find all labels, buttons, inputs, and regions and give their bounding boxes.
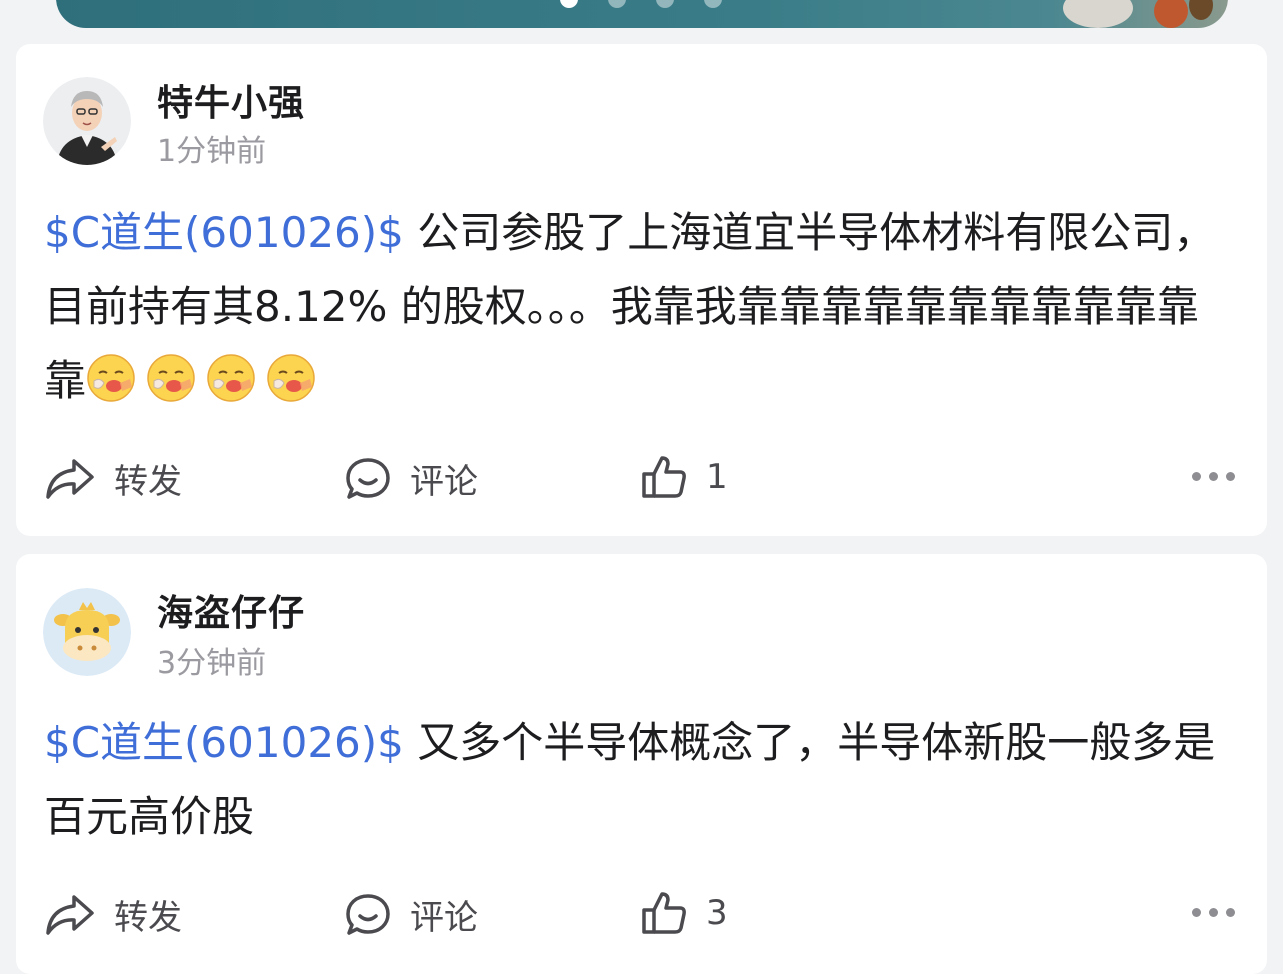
banner-dot-active[interactable] [560,0,578,8]
thumbs-up-icon [642,892,686,934]
comment-label: 评论 [410,462,478,502]
like-button[interactable]: 3 [640,890,728,936]
comment-icon [346,893,390,935]
banner-dot[interactable] [704,0,722,8]
more-icon-dot [1226,908,1235,917]
banner-pagination [560,0,722,8]
banner-decoration [1063,0,1133,28]
share-icon [46,458,94,499]
more-icon-dot [1226,472,1235,481]
stock-tag-link[interactable]: $C道生(601026)$ [44,208,404,257]
post-actions: 转发 评论 3 [16,882,1267,942]
username[interactable]: 海盗仔仔 [157,584,305,636]
post-time: 1分钟前 [157,134,267,169]
cough-mask-emoji [147,354,195,402]
comment-label: 评论 [410,898,478,938]
stock-tag-link[interactable]: $C道生(601026)$ [44,718,404,767]
avatar[interactable] [43,77,131,165]
banner-dot[interactable] [656,0,674,8]
forward-button[interactable]: 转发 [44,454,182,503]
avatar[interactable] [43,588,131,676]
post-card[interactable]: 海盗仔仔 3分钟前 $C道生(601026)$ 又多个半导体概念了，半导体新股一… [16,554,1267,974]
forward-label: 转发 [114,462,182,502]
post-content[interactable]: $C道生(601026)$ 公司参股了上海道宜半导体材料有限公司，目前持有其8.… [44,196,1234,418]
post-content[interactable]: $C道生(601026)$ 又多个半导体概念了，半导体新股一般多是百元高价股 [44,706,1234,854]
like-count: 3 [706,893,728,933]
cough-mask-emoji [267,354,315,402]
more-icon-dot [1192,908,1201,917]
more-icon-dot [1209,472,1218,481]
like-count: 1 [706,457,728,497]
forward-label: 转发 [114,898,182,938]
comment-button[interactable]: 评论 [344,890,478,939]
comment-icon [346,457,390,499]
more-options-button[interactable] [1192,472,1235,481]
cough-mask-emoji [87,354,135,402]
more-icon-dot [1209,908,1218,917]
more-options-button[interactable] [1192,908,1235,917]
banner-dot[interactable] [608,0,626,8]
share-icon [46,894,94,935]
more-icon-dot [1192,472,1201,481]
comment-button[interactable]: 评论 [344,454,478,503]
like-button[interactable]: 1 [640,454,728,500]
cough-mask-emoji [207,354,255,402]
banner-decoration [1189,0,1213,20]
banner-decoration [1154,0,1188,28]
post-actions: 转发 评论 1 [16,446,1267,506]
emoji-group [86,354,326,405]
forward-button[interactable]: 转发 [44,890,182,939]
post-card[interactable]: 特牛小强 1分钟前 $C道生(601026)$ 公司参股了上海道宜半导体材料有限… [16,44,1267,536]
username[interactable]: 特牛小强 [157,74,305,126]
post-time: 3分钟前 [157,646,267,681]
thumbs-up-icon [642,456,686,498]
